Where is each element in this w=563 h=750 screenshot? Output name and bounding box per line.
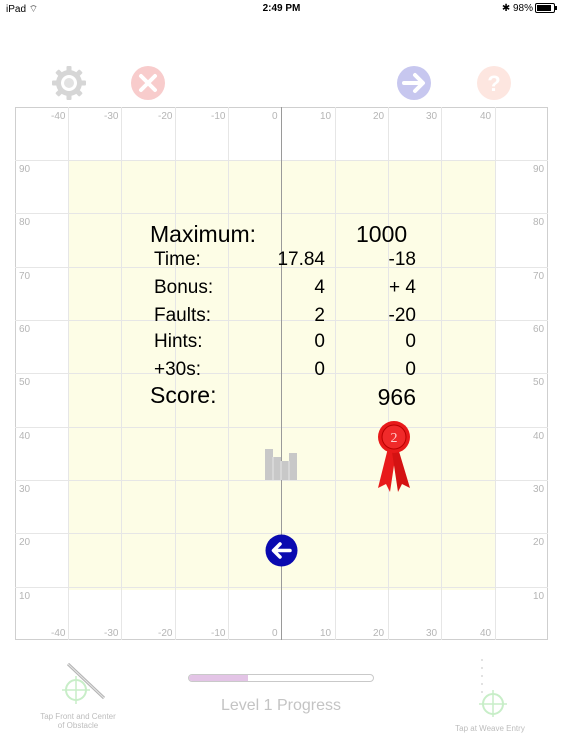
y-tick-label: 70: [19, 271, 31, 282]
y-tick-label: 40: [19, 431, 31, 442]
time-label: Time:: [154, 249, 201, 270]
y-tick-label: 10: [19, 591, 31, 602]
x-tick-label: 30: [426, 111, 438, 122]
x-tick-label: -20: [158, 628, 173, 639]
y-tick-label: 70: [533, 271, 545, 282]
time-points: -18: [388, 249, 416, 270]
bonus-points: + 4: [389, 277, 416, 298]
x-tick-label: -40: [51, 111, 66, 122]
y-tick-label: 20: [533, 537, 545, 548]
hints-label: Hints:: [154, 331, 203, 352]
y-tick-label: 60: [533, 324, 545, 335]
level-progress-label: Level 1 Progress: [220, 697, 342, 714]
hints-points: 0: [405, 331, 416, 352]
y-tick-label: 10: [533, 591, 545, 602]
score-value: 966: [377, 384, 416, 410]
level-progress-fill: [189, 675, 248, 681]
bonus-label: Bonus:: [154, 277, 214, 298]
y-tick-label: 50: [533, 377, 545, 388]
battery-icon: [535, 3, 557, 14]
stats-button[interactable]: [265, 447, 299, 486]
bluetooth-icon: ✱: [501, 3, 511, 14]
faults-points: -20: [388, 305, 416, 326]
help-icon: ?: [477, 66, 511, 100]
status-bar: iPad ⌔ 2:49 PM ✱ 98%: [0, 0, 563, 18]
arrow-left-icon: [265, 534, 298, 567]
close-icon: [131, 66, 165, 100]
x-tick-label: 10: [320, 628, 332, 639]
y-tick-label: 80: [533, 217, 545, 228]
x-tick-label: 20: [373, 111, 385, 122]
x-tick-label: 20: [373, 628, 385, 639]
obstacle-hint: Tap Front and Center of Obstacle: [30, 712, 126, 730]
obstacle-target-icon: [58, 662, 108, 717]
x-tick-label: -10: [211, 628, 226, 639]
plus30s-points: 0: [405, 359, 416, 380]
ribbon-place-number: 2: [391, 431, 398, 446]
plus30s-label: +30s:: [154, 359, 202, 380]
hints-raw: 0: [314, 331, 325, 352]
y-tick-label: 80: [19, 217, 31, 228]
faults-label: Faults:: [154, 305, 212, 326]
status-time: 2:49 PM: [262, 3, 301, 14]
x-tick-label: 40: [480, 111, 492, 122]
close-button[interactable]: [130, 65, 166, 101]
place-ribbon: 2: [372, 420, 416, 501]
help-button[interactable]: ?: [476, 65, 512, 101]
y-tick-label: 20: [19, 537, 31, 548]
score-label: Score:: [150, 382, 217, 408]
maximum-label: Maximum:: [150, 221, 257, 247]
svg-text:?: ?: [487, 71, 500, 96]
settings-button[interactable]: [51, 65, 87, 101]
x-tick-label: -30: [104, 111, 119, 122]
weave-hint: Tap at Weave Entry: [455, 724, 525, 733]
x-tick-label: 0: [272, 111, 278, 122]
y-tick-label: 60: [19, 324, 31, 335]
x-tick-label: 40: [480, 628, 492, 639]
y-tick-label: 90: [533, 164, 545, 175]
y-tick-label: 40: [533, 431, 545, 442]
level-progress-bar: [188, 674, 374, 682]
ribbon-icon: 2: [378, 421, 410, 492]
x-tick-label: -10: [211, 111, 226, 122]
weave-target-icon: [474, 656, 514, 723]
faults-raw: 2: [314, 305, 325, 326]
plus30s-raw: 0: [314, 359, 325, 380]
x-tick-label: 0: [272, 628, 278, 639]
x-tick-label: -20: [158, 111, 173, 122]
y-tick-label: 30: [533, 484, 545, 495]
score-area-background: [68, 160, 496, 590]
x-tick-label: -40: [51, 628, 66, 639]
time-raw: 17.84: [277, 249, 325, 270]
bonus-raw: 4: [314, 277, 325, 298]
obstacle-hint-line-2: of Obstacle: [57, 721, 99, 730]
y-tick-label: 50: [19, 377, 31, 388]
maximum-value: 1000: [356, 221, 408, 247]
next-button[interactable]: [396, 65, 432, 101]
obstacle-hint-line-1: Tap Front and Center: [40, 712, 116, 721]
status-battery: ✱ 98%: [501, 3, 557, 14]
x-tick-label: 30: [426, 628, 438, 639]
bar-chart-icon: [265, 449, 297, 480]
arrow-right-icon: [397, 66, 431, 100]
back-button[interactable]: [265, 534, 298, 572]
x-tick-label: 10: [320, 111, 332, 122]
y-tick-label: 90: [19, 164, 31, 175]
gear-icon: [52, 66, 86, 100]
x-tick-label: -30: [104, 628, 119, 639]
y-tick-label: 30: [19, 484, 31, 495]
